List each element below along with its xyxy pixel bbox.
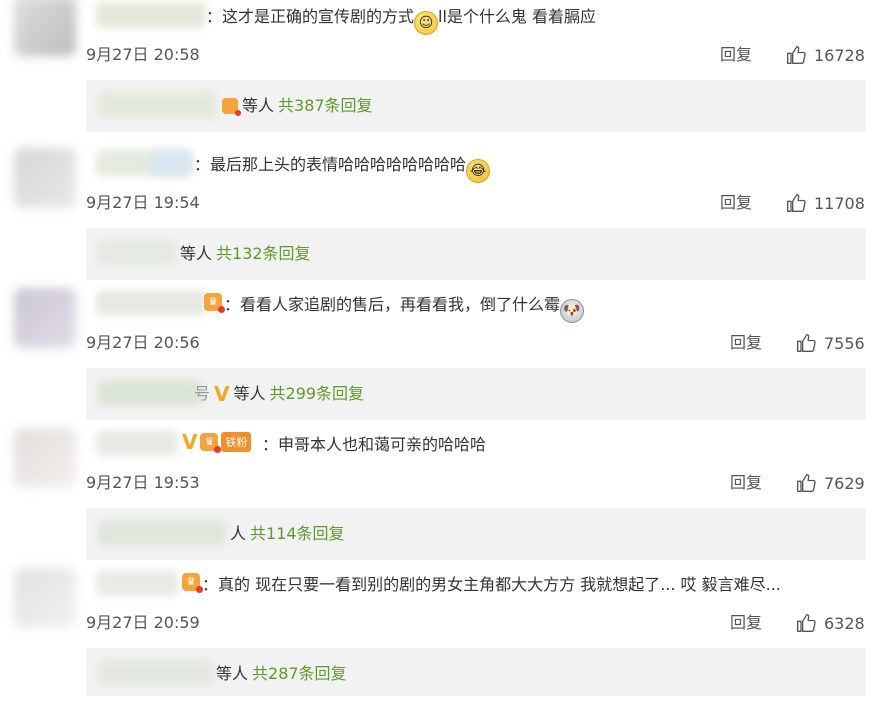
username-blurred[interactable] (96, 2, 206, 28)
reply-summary[interactable]: 等人 共132条回复 (86, 228, 866, 280)
comment-text: 真的 现在只要一看到别的剧的男女主角都大大方方 我就想起了... 哎 毅言难尽.… (218, 575, 781, 594)
comment-time: 9月27日 19:54 (86, 193, 200, 212)
smile-emoji-icon: ☺ (414, 11, 439, 35)
reply-count-link[interactable]: 共299条回复 (270, 383, 365, 405)
reply-username-blurred (98, 92, 216, 118)
comment-text: 看看人家追剧的售后，再看看我，倒了什么霉 (240, 295, 561, 314)
reply-count-link[interactable]: 共132条回复 (216, 243, 311, 265)
like-count: 6328 (824, 613, 865, 633)
reply-summary[interactable]: 号 V 等人 共299条回复 (86, 368, 866, 420)
reply-username-blurred (98, 380, 202, 406)
like-button[interactable]: 16728 (786, 44, 865, 66)
avatar[interactable] (14, 288, 76, 348)
comment-item: ♛ ：真的 现在只要一看到别的剧的男女主角都大大方方 我就想起了... 哎 毅言… (0, 568, 880, 708)
reply-username-blurred (98, 240, 176, 266)
reply-summary[interactable]: 人 共114条回复 (86, 508, 866, 560)
like-count: 7629 (824, 473, 865, 493)
comment-separator: ： (224, 295, 241, 314)
reply-button[interactable]: 回复 (730, 612, 762, 634)
like-button[interactable]: 7556 (796, 332, 865, 354)
username-blurred[interactable] (96, 290, 206, 316)
dog-emoji-icon: 🐶 (560, 299, 585, 323)
reply-button[interactable]: 回复 (730, 472, 762, 494)
comment-content: ：真的 现在只要一看到别的剧的男女主角都大大方方 我就想起了... 哎 毅言难尽… (202, 574, 781, 596)
laugh-emoji-icon: 😂 (466, 159, 491, 183)
comment-time: 9月27日 20:56 (86, 333, 200, 352)
comment-text: 最后那上头的表情哈哈哈哈哈哈哈哈 (210, 155, 467, 174)
comment-content: ：申哥本人也和蔼可亲的哈哈哈 (262, 434, 486, 456)
avatar[interactable] (14, 148, 76, 208)
crown-badge-icon: ♛ (204, 293, 225, 313)
comment-separator: ： (194, 155, 211, 174)
thumbs-up-icon (797, 614, 816, 632)
like-count: 7556 (824, 333, 865, 353)
comment-item: ：最后那上头的表情哈哈哈哈哈哈哈哈 😂 9月27日 19:54 回复 11708 … (0, 148, 880, 288)
reply-count-link[interactable]: 共387条回复 (278, 95, 373, 117)
comment-content: ：这才是正确的宣传剧的方式 ☺ ll是个什么鬼 看着膈应 (206, 6, 596, 35)
comment-text-after-emoji: ll是个什么鬼 看着膈应 (438, 7, 597, 26)
like-count: 11708 (814, 193, 865, 213)
comment-item: V ♛ 铁粉 ：申哥本人也和蔼可亲的哈哈哈 9月27日 19:53 回复 762… (0, 428, 880, 568)
reply-username-blurred (98, 660, 214, 686)
reply-summary[interactable]: 等人 共387条回复 (86, 80, 866, 132)
comment-separator: ： (202, 575, 219, 594)
fan-tag-badge: 铁粉 (221, 432, 252, 452)
crown-badge-icon: ♛ (200, 433, 222, 453)
reply-button[interactable]: 回复 (720, 44, 752, 66)
vip-badge-icon: V (182, 430, 198, 454)
reply-summary[interactable]: 等人 共287条回复 (86, 648, 866, 696)
like-button[interactable]: 7629 (796, 472, 865, 494)
comment-item: ：这才是正确的宣传剧的方式 ☺ ll是个什么鬼 看着膈应 9月27日 20:58 回… (0, 0, 880, 140)
reply-suffix: 等人 (180, 244, 213, 263)
crown-badge-icon (222, 98, 241, 116)
comment-separator: ： (262, 435, 279, 454)
avatar[interactable] (14, 428, 76, 488)
thumbs-up-icon (787, 194, 806, 212)
username-blurred-tail (150, 150, 192, 176)
reply-button[interactable]: 回复 (720, 192, 752, 214)
thumbs-up-icon (797, 474, 816, 492)
comment-time: 9月27日 20:58 (86, 45, 200, 64)
username-blurred[interactable] (96, 430, 178, 456)
comment-separator: ： (206, 7, 223, 26)
reply-username-tail: 号 (194, 384, 211, 403)
reply-username-blurred (98, 520, 226, 546)
reply-count-link[interactable]: 共114条回复 (250, 523, 345, 545)
reply-suffix: 人 (230, 524, 247, 543)
reply-suffix: 等人 (216, 664, 249, 683)
crown-badge-icon: ♛ (182, 573, 203, 593)
avatar[interactable] (14, 568, 76, 628)
comment-item: ♛ ：看看人家追剧的售后，再看看我，倒了什么霉 🐶 9月27日 20:56 回复 … (0, 288, 880, 428)
avatar[interactable] (14, 0, 76, 56)
reply-suffix: 等人 (242, 96, 275, 115)
like-count: 16728 (814, 45, 865, 65)
comment-content: ：最后那上头的表情哈哈哈哈哈哈哈哈 😂 (194, 154, 491, 183)
reply-suffix: 等人 (233, 384, 266, 403)
username-blurred[interactable] (96, 570, 178, 596)
comment-time: 9月27日 19:53 (86, 473, 200, 492)
reply-button[interactable]: 回复 (730, 332, 762, 354)
comment-text: 申哥本人也和蔼可亲的哈哈哈 (278, 435, 487, 454)
vip-badge-icon: V (214, 382, 230, 406)
like-button[interactable]: 11708 (786, 192, 865, 214)
comment-content: ：看看人家追剧的售后，再看看我，倒了什么霉 🐶 (224, 294, 585, 323)
comment-time: 9月27日 20:59 (86, 613, 200, 632)
comment-text: 这才是正确的宣传剧的方式 (222, 7, 415, 26)
thumbs-up-icon (797, 334, 816, 352)
reply-count-link[interactable]: 共287条回复 (252, 663, 347, 685)
thumbs-up-icon (787, 46, 806, 64)
like-button[interactable]: 6328 (796, 612, 865, 634)
